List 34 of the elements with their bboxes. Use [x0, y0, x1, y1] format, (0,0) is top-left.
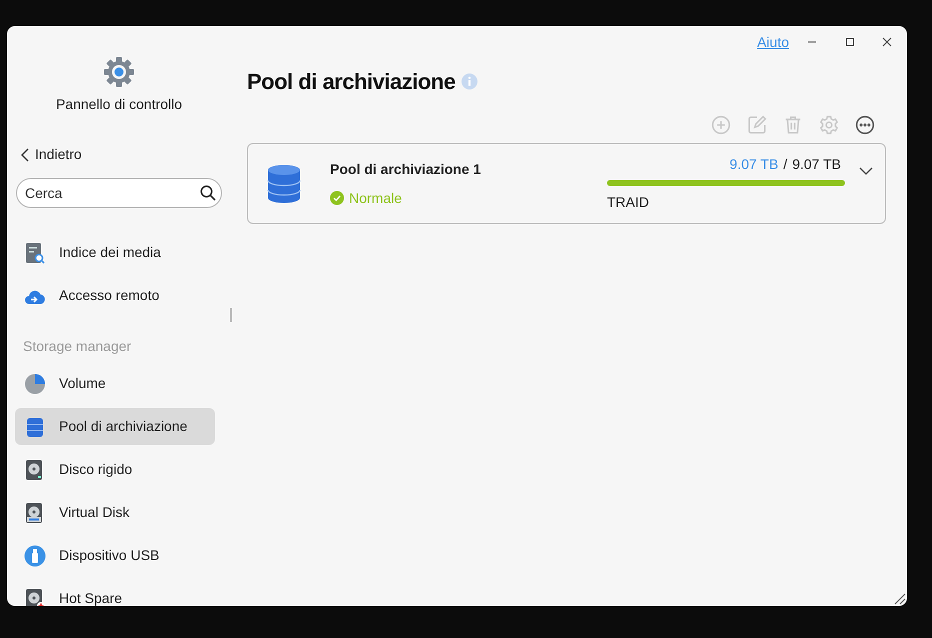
sidebar-item[interactable]: Disco rigido [15, 451, 215, 488]
usb-drive-icon [24, 544, 46, 566]
search-field[interactable]: Cerca [16, 178, 222, 208]
check-circle-icon [330, 191, 344, 205]
page-title: Pool di archiviazione [247, 68, 456, 96]
chevron-down-icon[interactable] [859, 167, 873, 175]
resize-grip-icon[interactable] [892, 591, 906, 605]
gear-icon [103, 56, 135, 88]
maximize-icon[interactable] [845, 37, 855, 47]
total-capacity: 9.07 TB [792, 155, 841, 174]
sidebar-item[interactable]: Dispositivo USB [15, 537, 215, 574]
sidebar-item[interactable]: Pool di archiviazione [15, 408, 215, 445]
app-title: Pannello di controllo [56, 95, 182, 114]
pool-card[interactable]: Pool di archiviazione 1 Normale 9.07 TB / 9.07 TB TRAID [247, 143, 886, 224]
pool-name: Pool di archiviazione 1 [330, 160, 482, 178]
database-icon [24, 416, 46, 438]
sidebar-item[interactable]: Hot Spare [15, 580, 215, 606]
status-text: Normale [349, 188, 402, 208]
close-icon[interactable] [882, 37, 892, 47]
document-search-icon [24, 242, 46, 264]
back-button[interactable]: Indietro [21, 144, 82, 165]
sidebar-item[interactable]: Virtual Disk [15, 494, 215, 531]
sidebar-item[interactable]: Volume [15, 365, 215, 402]
capacity-separator: / [783, 155, 788, 174]
pie-chart-icon [24, 372, 46, 394]
sidebar-item[interactable]: Indice dei media [15, 234, 215, 271]
more-icon[interactable] [855, 115, 875, 135]
used-capacity: 9.07 TB [730, 155, 778, 174]
chevron-left-icon [21, 148, 29, 162]
database-icon [266, 164, 302, 204]
raid-type: TRAID [607, 193, 650, 212]
search-icon[interactable] [200, 185, 216, 201]
sidebar-item[interactable]: Accesso remoto [15, 277, 215, 314]
section-header: Storage manager [23, 337, 132, 356]
